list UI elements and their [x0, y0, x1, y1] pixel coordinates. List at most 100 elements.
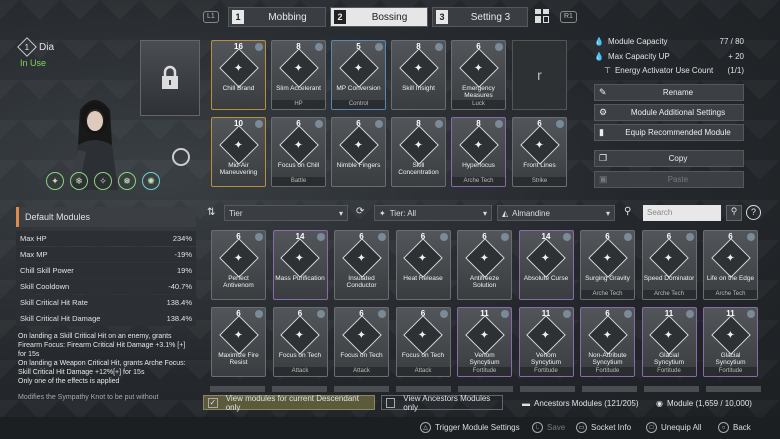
tab-bossing[interactable]: 2 Bossing	[330, 7, 428, 27]
socket-dropdown[interactable]: ◭ Almandine ▾	[497, 205, 615, 221]
socket-type-icon	[747, 310, 755, 318]
socket-type-icon	[495, 120, 503, 128]
transcendent-slot[interactable]: r	[512, 40, 567, 110]
module-card[interactable]: 5 ✦ MP Conversion Control	[331, 40, 386, 110]
socket-type-icon	[255, 120, 263, 128]
module-card[interactable]: 11 ✦ Glacial Syncytium Fortitude	[703, 307, 758, 377]
module-name: Perfect Antivenom	[223, 275, 254, 289]
trigger-module-settings-hint[interactable]: △ Trigger Module Settings	[420, 422, 520, 433]
module-type: Luck	[452, 100, 505, 109]
module-card[interactable]: 6 ✦ Focus on Tech Attack	[395, 307, 451, 377]
module-type: Attack	[396, 367, 450, 376]
copy-button[interactable]: ❐ Copy	[594, 150, 744, 167]
edit-icon: ✎	[599, 87, 607, 97]
module-card[interactable]: 10 ✦ Mid-Air Maneuvering	[211, 117, 266, 187]
module-card[interactable]: 6 ✦ Life on the Edge Arche Tech	[703, 230, 758, 300]
socket-type-icon	[562, 233, 571, 241]
back-hint[interactable]: ○ Back	[718, 422, 751, 433]
touchpad-icon: ▭	[576, 422, 587, 433]
module-name: Skill Concentration	[398, 162, 439, 176]
module-name: Non-Attribute Syncytium	[588, 352, 627, 366]
locked-slot[interactable]	[140, 40, 200, 116]
refresh-icon[interactable]: ⟳	[356, 206, 364, 217]
chevron-down-icon: ▾	[482, 208, 487, 218]
circle-button-icon: ○	[718, 422, 729, 433]
module-name: Mid-Air Maneuvering	[219, 162, 258, 176]
skill-5-icon: ✺	[142, 172, 160, 190]
tab-mobbing[interactable]: 1 Mobbing	[228, 7, 326, 27]
module-card[interactable]: 6 ✦ Nimble Fingers	[331, 117, 386, 187]
sort-dropdown[interactable]: Tier ▾	[224, 205, 348, 221]
module-card[interactable]: 6 ✦ Front Lines Strike	[512, 117, 567, 187]
module-card[interactable]: 6 ✦ Maximize Fire Resist	[211, 307, 266, 377]
module-card[interactable]: 6 ✦ Non-Attribute Syncytium Fortitude	[580, 307, 635, 377]
module-emblem-icon: ✦	[338, 48, 379, 88]
socket-type-icon	[378, 233, 386, 241]
module-type: Arche Tech	[704, 290, 757, 299]
module-card[interactable]: 6 ✦ Focus on Chill Battle	[271, 117, 326, 187]
module-emblem-icon: ✦	[338, 125, 379, 165]
module-card[interactable]: 8 ✦ Slim Accelerant HP	[271, 40, 326, 110]
module-name: Venom Syncytium	[469, 352, 500, 366]
module-type: Fortitude	[458, 367, 511, 376]
module-card[interactable]: 6 ✦ Focus on Tech Attack	[334, 307, 389, 377]
ancestors-only-checkbox[interactable]: View Ancestors Modules only	[381, 394, 503, 412]
drop-icon: 💧	[594, 37, 604, 46]
module-name: Focus on Tech	[401, 352, 445, 359]
module-card[interactable]: 8 ✦ Hyperfocus Arche Tech	[451, 117, 506, 187]
module-type: Fortitude	[519, 367, 573, 376]
paste-icon: ▣	[599, 174, 608, 184]
module-card[interactable]: 8 ✦ Skill Insight	[391, 40, 446, 110]
module-card[interactable]: 6 ✦ Focus on Tech Attack	[272, 307, 328, 377]
stat-row: Skill Critical Hit Damage 138.4%	[16, 311, 196, 326]
tier-dropdown[interactable]: ✦ Tier: All ▾	[374, 205, 492, 221]
current-descendant-checkbox[interactable]: ✓ View modules for current Descendant onl…	[203, 394, 375, 412]
module-card[interactable]: 6 ✦ Heat Release	[395, 230, 451, 300]
module-type: Attack	[335, 367, 388, 376]
search-icon[interactable]: ⚲	[726, 205, 742, 221]
max-capacity-up: 💧 Max Capacity UP + 20	[594, 52, 744, 61]
effect-description-more: Modifies the Sympathy Knot to be put wit…	[18, 394, 159, 401]
module-card[interactable]: 11 ✦ Venom Syncytium Fortitude	[457, 307, 512, 377]
unequip-all-hint[interactable]: □ Unequip All	[646, 422, 701, 433]
module-name: Insulated Conductor	[346, 275, 377, 289]
module-card[interactable]: 14 ✦ Absolute Curse	[518, 230, 574, 300]
module-emblem-icon: ✦	[218, 125, 259, 165]
default-modules-panel: Default Modules Max HP 234% Max MP -19% Ch…	[16, 207, 196, 417]
module-card[interactable]: 6 ✦ Speed Dominator Arche Tech	[641, 230, 697, 300]
module-emblem-icon: ✦	[398, 125, 439, 165]
save-hint[interactable]: L Save	[532, 422, 565, 433]
module-card[interactable]: 6 ✦ Surging Gravity Arche Tech	[580, 230, 635, 300]
pin-icon[interactable]: ⚲	[624, 206, 631, 217]
socket-type-icon	[495, 43, 503, 51]
module-additional-settings-button[interactable]: ⚙ Module Additional Settings	[594, 104, 744, 121]
module-card[interactable]: 11 ✦ Glacial Syncytium Fortitude	[641, 307, 697, 377]
sort-order-icon[interactable]: ⇅	[207, 207, 215, 218]
gear-icon: ⚙	[599, 107, 608, 117]
help-icon[interactable]: ?	[746, 205, 761, 220]
skill-4-icon: ❅	[118, 172, 136, 190]
module-name: Heat Release	[403, 275, 443, 282]
paste-button[interactable]: ▣ Paste	[594, 171, 744, 188]
socket-type-icon	[435, 43, 443, 51]
module-emblem-icon: ✦	[403, 315, 443, 355]
module-card[interactable]: 6 ✦ Emergency Measures Luck	[451, 40, 506, 110]
stat-row: Skill Cooldown -40.7%	[16, 279, 196, 294]
module-card[interactable]: 6 ✦ Antifreeze Solution	[457, 230, 512, 300]
socket-info-hint[interactable]: ▭ Socket Info	[576, 422, 631, 433]
module-card[interactable]: 16 ✦ Chill Brand	[211, 40, 266, 110]
add-tab-icon[interactable]	[535, 9, 549, 23]
socket-type-icon	[316, 233, 325, 241]
search-input[interactable]: Search	[643, 205, 721, 221]
module-name: Emergency Measures	[462, 85, 495, 99]
equip-recommended-button[interactable]: ▮ Equip Recommended Module	[594, 124, 744, 141]
module-card[interactable]: 14 ✦ Mass Purification	[272, 230, 328, 300]
module-card[interactable]: 6 ✦ Insulated Conductor	[334, 230, 389, 300]
module-card[interactable]: 11 ✦ Venom Syncytium Fortitude	[518, 307, 574, 377]
rename-button[interactable]: ✎ Rename	[594, 84, 744, 101]
triangle-button-icon: △	[420, 422, 431, 433]
tab-setting-3[interactable]: 3 Setting 3	[432, 7, 528, 27]
socket-type-icon	[316, 310, 325, 318]
module-card[interactable]: 6 ✦ Perfect Antivenom	[211, 230, 266, 300]
module-card[interactable]: 8 ✦ Skill Concentration	[391, 117, 446, 187]
